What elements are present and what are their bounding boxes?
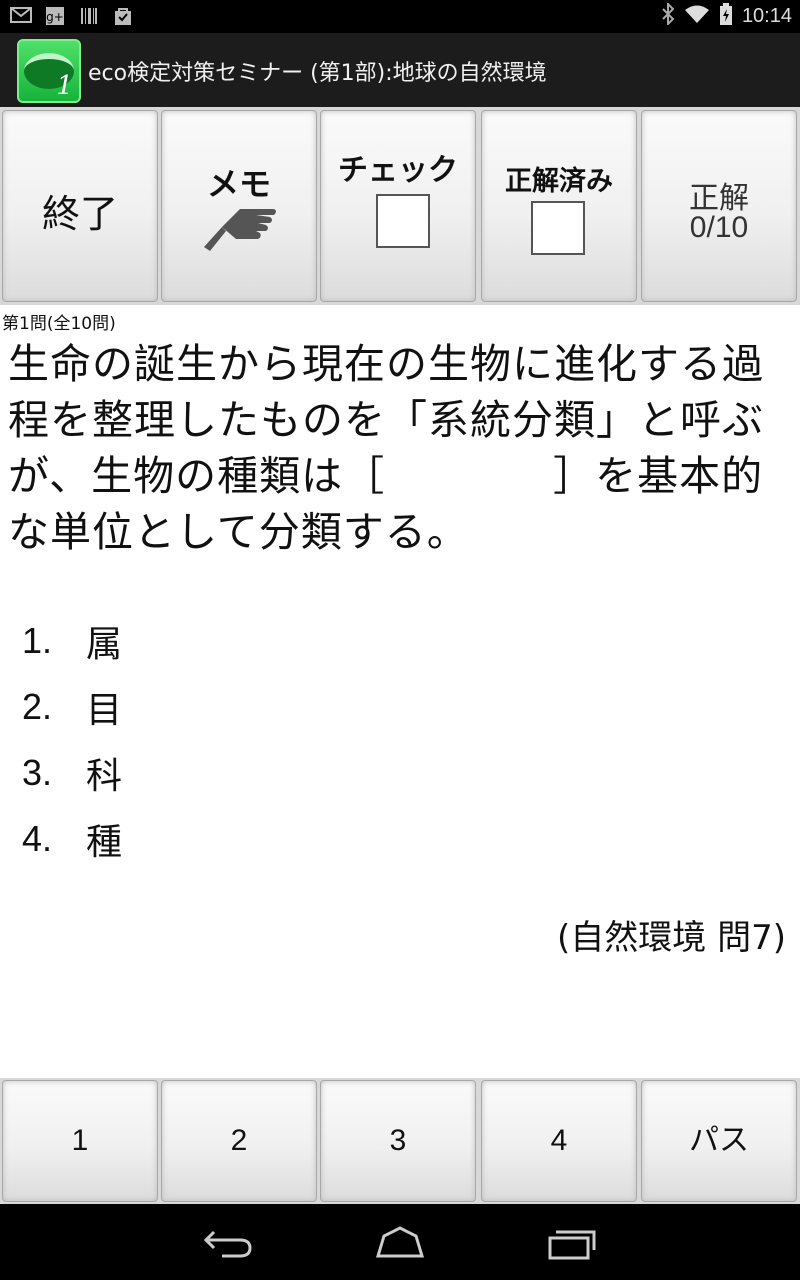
score-display: 正解 0/10 bbox=[641, 110, 797, 302]
answer-button-1[interactable]: 1 bbox=[2, 1080, 158, 1202]
wifi-icon bbox=[684, 4, 710, 28]
check-button[interactable]: チェック bbox=[320, 110, 476, 302]
svg-text:g+: g+ bbox=[46, 10, 64, 24]
home-icon[interactable] bbox=[370, 1222, 430, 1262]
choice-text: 目 bbox=[86, 690, 123, 731]
memo-button[interactable]: メモ bbox=[161, 110, 317, 302]
answered-checkbox[interactable] bbox=[531, 201, 585, 255]
pass-button[interactable]: パス bbox=[641, 1080, 797, 1202]
app-title: eco検定対策セミナー (第1部):地球の自然環境 bbox=[88, 61, 547, 86]
choice-text: 科 bbox=[86, 756, 123, 797]
answer-button-3[interactable]: 3 bbox=[320, 1080, 476, 1202]
recent-apps-icon[interactable] bbox=[542, 1222, 602, 1262]
navigation-bar bbox=[0, 1204, 800, 1280]
app-icon[interactable]: 1 bbox=[17, 39, 81, 103]
choice-list: 1. 属 2. 目 3. 科 4. 種 bbox=[22, 608, 122, 872]
answered-button[interactable]: 正解済み bbox=[481, 110, 637, 302]
battery-icon bbox=[719, 3, 733, 29]
clock: 10:14 bbox=[741, 4, 792, 27]
score-value: 0/10 bbox=[689, 211, 749, 244]
status-bar: g+ 10:14 bbox=[0, 0, 800, 33]
choice-item: 1. 属 bbox=[22, 608, 122, 674]
choice-item: 4. 種 bbox=[22, 806, 122, 872]
action-bar: 1 eco検定対策セミナー (第1部):地球の自然環境 bbox=[0, 33, 800, 107]
store-bag-icon bbox=[112, 6, 134, 26]
end-button-label: 終了 bbox=[41, 192, 118, 236]
pointing-hand-icon bbox=[200, 197, 280, 257]
barcode-icon bbox=[78, 6, 100, 26]
answered-button-label: 正解済み bbox=[505, 166, 613, 197]
check-button-label: チェック bbox=[338, 153, 458, 188]
choice-text: 属 bbox=[86, 624, 123, 665]
answer-bar: 1 2 3 4 パス bbox=[0, 1078, 800, 1204]
end-button[interactable]: 終了 bbox=[2, 110, 158, 302]
answer-button-2[interactable]: 2 bbox=[161, 1080, 317, 1202]
question-source: (自然環境 問7) bbox=[557, 918, 786, 958]
bluetooth-icon bbox=[661, 1, 675, 29]
question-counter: 第1問(全10問) bbox=[2, 314, 116, 334]
choice-number: 4. bbox=[22, 818, 53, 859]
choice-number: 3. bbox=[22, 752, 53, 793]
choice-number: 2. bbox=[22, 686, 53, 727]
gmail-icon bbox=[10, 6, 32, 26]
answer-button-4[interactable]: 4 bbox=[481, 1080, 637, 1202]
choice-text: 種 bbox=[86, 822, 123, 863]
check-checkbox[interactable] bbox=[376, 194, 430, 248]
app-icon-number: 1 bbox=[56, 71, 73, 101]
choice-item: 3. 科 bbox=[22, 740, 122, 806]
choice-item: 2. 目 bbox=[22, 674, 122, 740]
choice-number: 1. bbox=[22, 620, 53, 661]
google-plus-icon: g+ bbox=[44, 6, 66, 26]
toolbar: 終了 メモ チェック 正解済み 正解 0/10 bbox=[0, 107, 800, 305]
question-text: 生命の誕生から現在の生物に進化する過程を整理したものを「系統分類」と呼ぶが、生物… bbox=[8, 340, 764, 556]
back-icon[interactable] bbox=[200, 1222, 260, 1262]
